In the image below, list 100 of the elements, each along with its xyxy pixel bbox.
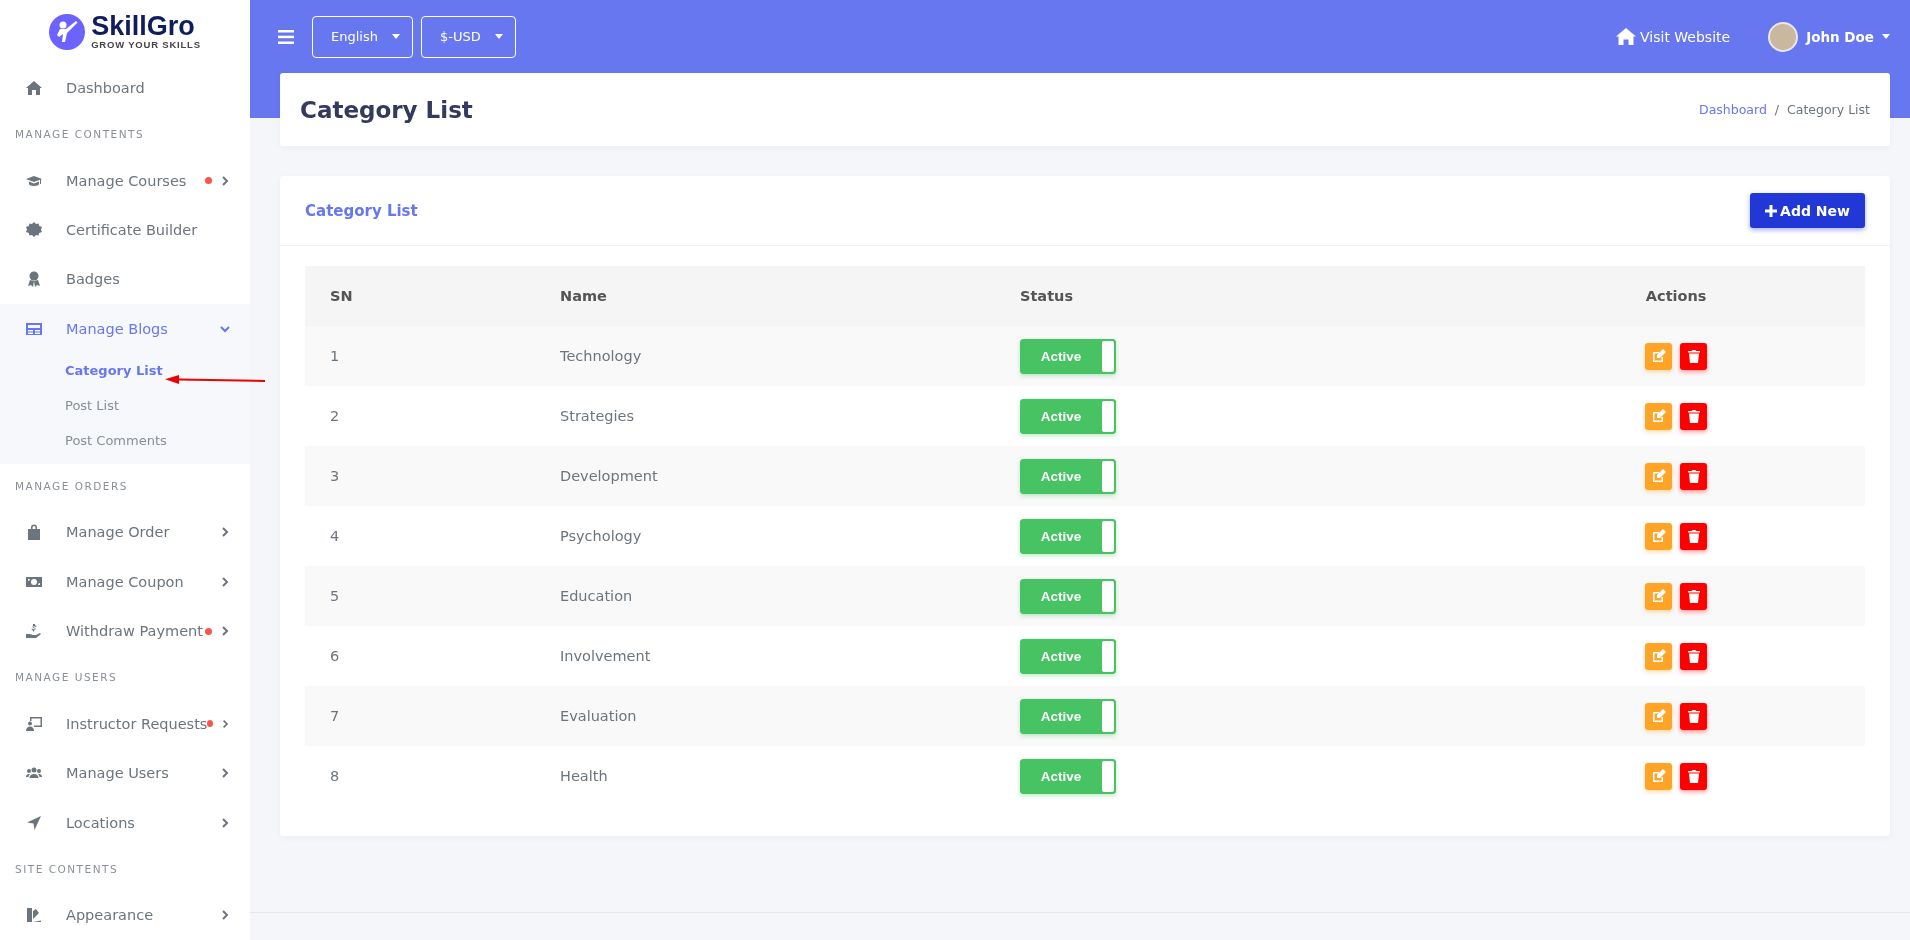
table-cell: Evaluation	[535, 686, 995, 746]
currency-dropdown[interactable]: $-USD	[420, 15, 516, 58]
delete-button[interactable]	[1680, 582, 1708, 610]
edit-icon	[1651, 589, 1666, 603]
edit-icon	[1651, 769, 1666, 783]
sidebar-item[interactable]: Certificate Builder	[0, 205, 250, 255]
location-arrow-icon	[26, 814, 42, 831]
trash-icon	[1686, 469, 1701, 483]
table-cell: 2	[305, 386, 535, 446]
shopping-bag-icon	[26, 524, 42, 541]
caret-icon	[391, 34, 400, 39]
newspaper-icon	[26, 320, 42, 337]
submenu-item[interactable]: Post Comments	[65, 433, 167, 449]
caret-icon	[1882, 34, 1890, 39]
status-toggle[interactable]: Active	[1020, 638, 1116, 674]
table-cell: Health	[535, 746, 995, 806]
edit-icon	[1651, 409, 1666, 423]
trash-icon	[1686, 769, 1701, 783]
edit-button[interactable]	[1645, 702, 1673, 730]
plus-icon	[1765, 204, 1778, 217]
edit-button[interactable]	[1645, 642, 1673, 670]
section-heading: SITE CONTENTS	[14, 861, 120, 877]
logo-icon	[49, 13, 86, 50]
trash-icon	[1686, 529, 1701, 543]
edit-icon	[1651, 649, 1666, 663]
visit-website-link[interactable]: Visit Website	[1616, 28, 1731, 45]
trash-icon	[1686, 649, 1701, 663]
sidebar-item[interactable]: Manage Order	[0, 507, 250, 558]
status-toggle[interactable]: Active	[1020, 758, 1116, 794]
language-dropdown[interactable]: English	[312, 15, 413, 58]
hand-coin-icon	[26, 623, 42, 640]
sidebar-item[interactable]: Withdraw Payment	[0, 606, 250, 656]
trash-icon	[1686, 589, 1701, 603]
table-cell: 4	[305, 506, 535, 566]
seal-icon	[26, 221, 42, 238]
delete-button[interactable]	[1680, 702, 1708, 730]
edit-icon	[1651, 349, 1666, 363]
submenu-item[interactable]: Post List	[65, 398, 120, 414]
delete-button[interactable]	[1680, 402, 1708, 430]
status-toggle[interactable]: Active	[1020, 518, 1116, 554]
sidebar-item[interactable]: Manage Blogs	[0, 303, 250, 354]
status-toggle[interactable]: Active	[1020, 398, 1116, 434]
sidebar-item[interactable]: Dashboard	[0, 63, 250, 113]
table-cell: Psychology	[535, 506, 995, 566]
card-title: Category List	[305, 201, 418, 220]
section-heading: MANAGE CONTENTS	[14, 127, 146, 143]
submenu-item[interactable]: Category List	[65, 363, 163, 379]
page-title: Category List	[300, 96, 473, 123]
column-header: Actions	[1487, 266, 1865, 326]
sidebar-item[interactable]: Manage Users	[0, 748, 250, 798]
column-header: Name	[535, 266, 995, 326]
breadcrumb-link[interactable]: Dashboard	[1699, 102, 1767, 117]
paint-swatch-icon	[26, 907, 42, 924]
table-cell: 8	[305, 746, 535, 806]
trash-icon	[1686, 709, 1701, 723]
delete-button[interactable]	[1680, 762, 1708, 790]
edit-button[interactable]	[1645, 462, 1673, 490]
delete-button[interactable]	[1680, 342, 1708, 370]
sidebar-item[interactable]: Locations	[0, 797, 250, 848]
delete-button[interactable]	[1680, 642, 1708, 670]
table-cell: Involvement	[535, 626, 995, 686]
add-new-button[interactable]: Add New	[1750, 193, 1865, 228]
breadcrumb-current: Category List	[1787, 102, 1870, 117]
edit-button[interactable]	[1645, 522, 1673, 550]
status-toggle[interactable]: Active	[1020, 338, 1116, 374]
table-cell: Technology	[535, 326, 995, 386]
trash-icon	[1686, 409, 1701, 423]
trash-icon	[1686, 349, 1701, 363]
status-toggle[interactable]: Active	[1020, 698, 1116, 734]
user-menu[interactable]: John Doe	[1768, 21, 1890, 52]
delete-button[interactable]	[1680, 462, 1708, 490]
presentation-board-icon	[26, 715, 42, 732]
brand-tagline: GROW YOUR SKILLS	[91, 40, 201, 50]
table-cell: Education	[535, 566, 995, 626]
sidebar-item[interactable]: Appearance	[0, 890, 250, 940]
edit-button[interactable]	[1645, 342, 1673, 370]
edit-button[interactable]	[1645, 582, 1673, 610]
edit-icon	[1651, 469, 1666, 483]
sidebar-item[interactable]: Manage Coupon	[0, 557, 250, 607]
status-toggle[interactable]: Active	[1020, 578, 1116, 614]
delete-button[interactable]	[1680, 522, 1708, 550]
table-cell: Development	[535, 446, 995, 506]
brand-name: SkillGro	[91, 13, 196, 41]
column-header: Status	[995, 266, 1488, 326]
table-cell: 5	[305, 566, 535, 626]
menu-icon[interactable]	[278, 29, 294, 44]
sidebar-item[interactable]: Badges	[0, 254, 250, 304]
home-icon	[26, 79, 42, 96]
table-cell: Strategies	[535, 386, 995, 446]
sidebar-item[interactable]: Instructor Requests	[0, 699, 250, 749]
section-heading: MANAGE ORDERS	[14, 479, 129, 494]
home-icon	[1616, 28, 1637, 45]
table-cell: 3	[305, 446, 535, 506]
edit-button[interactable]	[1645, 762, 1673, 790]
table-cell: 6	[305, 626, 535, 686]
breadcrumb-separator: /	[1774, 102, 1780, 117]
ribbon-award-icon	[26, 271, 42, 288]
status-toggle[interactable]: Active	[1020, 458, 1116, 494]
edit-button[interactable]	[1645, 402, 1673, 430]
sidebar-item[interactable]: Manage Courses	[0, 155, 250, 206]
